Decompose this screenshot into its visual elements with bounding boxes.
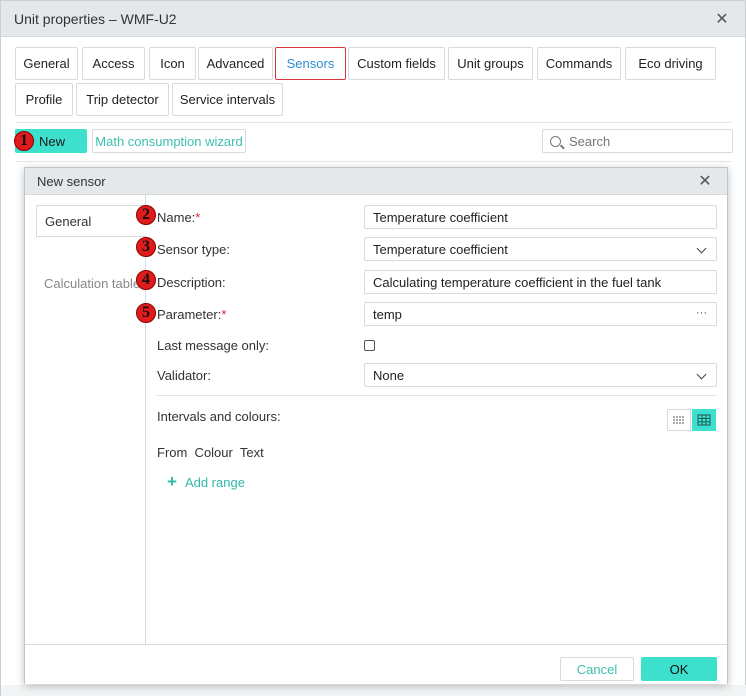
range-columns-header: From Colour Text	[157, 444, 264, 460]
ok-button[interactable]: OK	[641, 657, 717, 681]
intervals-label: Intervals and colours:	[157, 408, 281, 424]
tab-service-intervals[interactable]: Service intervals	[172, 83, 283, 116]
name-label: Name: *	[157, 205, 200, 229]
annotation-marker-1: 1	[14, 131, 34, 151]
tab-commands[interactable]: Commands	[537, 47, 621, 80]
sensor-type-value: Temperature coefficient	[373, 241, 508, 257]
window-title: Unit properties – WMF-U2	[14, 10, 177, 27]
description-label: Description:	[157, 274, 226, 290]
more-icon[interactable]: ···	[696, 307, 707, 319]
footer-strip	[1, 685, 746, 696]
tab-access[interactable]: Access	[82, 47, 145, 80]
required-mark: *	[221, 306, 227, 322]
add-range-button[interactable]: + Add range	[167, 472, 245, 492]
tab-sensors[interactable]: Sensors	[275, 47, 346, 80]
sidebar-item-general[interactable]: General	[36, 205, 147, 237]
chevron-down-icon	[696, 243, 707, 254]
last-message-checkbox[interactable]	[364, 340, 375, 351]
dialog-title: New sensor	[37, 173, 106, 189]
close-icon[interactable]: ✕	[712, 9, 732, 29]
search-field[interactable]	[542, 129, 733, 153]
name-field[interactable]: Temperature coefficient	[364, 205, 717, 229]
validator-select[interactable]: None	[364, 363, 717, 387]
tab-eco-driving[interactable]: Eco driving	[625, 47, 716, 80]
validator-value: None	[373, 367, 405, 383]
math-consumption-wizard-button[interactable]: Math consumption wizard	[92, 129, 246, 153]
parameter-value: temp	[373, 306, 402, 322]
dialog-footer: Cancel OK	[25, 644, 727, 684]
name-label-text: Name:	[157, 209, 196, 225]
tab-profile[interactable]: Profile	[15, 83, 73, 116]
annotation-marker-2: 2	[136, 205, 156, 225]
new-sensor-dialog: New sensor ✕ General Calculation table 2…	[24, 167, 728, 684]
chevron-down-icon	[696, 369, 707, 380]
name-value: Temperature coefficient	[373, 209, 508, 225]
list-view-icon	[673, 416, 685, 424]
tab-custom-fields[interactable]: Custom fields	[348, 47, 445, 80]
cancel-button[interactable]: Cancel	[560, 657, 634, 681]
tab-unit-groups[interactable]: Unit groups	[448, 47, 533, 80]
tab-trip-detector[interactable]: Trip detector	[76, 83, 169, 116]
description-value: Calculating temperature coefficient in t…	[373, 274, 662, 290]
tab-advanced[interactable]: Advanced	[198, 47, 273, 80]
divider	[15, 122, 731, 123]
divider	[157, 395, 717, 396]
annotation-marker-4: 4	[136, 270, 156, 290]
tab-general[interactable]: General	[15, 47, 78, 80]
sidebar-item-calculation-table[interactable]: Calculation table	[36, 267, 140, 299]
list-view-button[interactable]	[667, 409, 691, 431]
add-range-label: Add range	[184, 474, 245, 490]
validator-label: Validator:	[157, 367, 211, 383]
window-header: Unit properties – WMF-U2 ✕	[1, 1, 745, 37]
table-view-icon	[697, 414, 711, 426]
table-view-button[interactable]	[692, 409, 716, 431]
close-icon[interactable]: ✕	[695, 171, 715, 191]
parameter-label: Parameter: *	[157, 302, 226, 326]
annotation-marker-3: 3	[136, 237, 156, 257]
plus-icon: +	[167, 472, 177, 491]
description-field[interactable]: Calculating temperature coefficient in t…	[364, 270, 717, 294]
search-input[interactable]	[569, 133, 719, 149]
sensor-type-select[interactable]: Temperature coefficient	[364, 237, 717, 261]
dialog-sidebar: General Calculation table	[25, 195, 147, 644]
divider	[15, 161, 731, 162]
required-mark: *	[195, 209, 201, 225]
parameter-label-text: Parameter:	[157, 306, 222, 322]
search-icon	[550, 135, 561, 147]
parameter-field[interactable]: temp ···	[364, 302, 717, 326]
sensor-type-label: Sensor type:	[157, 241, 230, 257]
annotation-marker-5: 5	[136, 303, 156, 323]
dialog-header: New sensor ✕	[25, 168, 727, 195]
tab-icon[interactable]: Icon	[149, 47, 196, 80]
last-message-label: Last message only:	[157, 337, 270, 353]
